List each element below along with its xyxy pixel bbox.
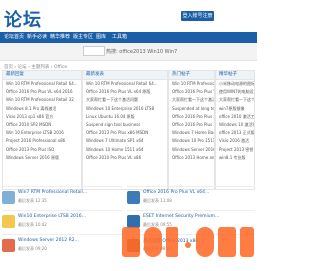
column-latest-posts: 最新发表 Win 10 RTM Professional Retail 64..… — [82, 70, 168, 190]
list-item[interactable]: 小米移动电源的图标 — [216, 80, 254, 88]
list-item[interactable]: Office 2010 SP2 MSDN — [3, 121, 81, 129]
list-item[interactable]: Office 2016 Pro Plus VL x64 2016 — [3, 88, 81, 96]
column-latest-replies: 最新回复 Win 10 RTM Professional Retail 64..… — [2, 70, 82, 190]
nav-item-moderator[interactable]: 版主专区 — [73, 32, 93, 43]
list-item[interactable]: Windows 7 Ultimate SP1 x64 — [83, 137, 167, 145]
list-item[interactable]: Windows Server 2016 Datacenter — [169, 146, 214, 154]
list-item[interactable]: 使用WIN7的电脑设置 — [216, 88, 254, 96]
user-name[interactable]: Win7 RTM Professional Retail... — [18, 190, 87, 195]
user-info: 最后发表 10:42 — [18, 222, 47, 227]
list-item[interactable]: 大家帮忙看一下这个激活问题 — [83, 96, 167, 104]
list-item[interactable]: Windows 10 Enterprise 2016 LTSB — [83, 105, 167, 113]
column-title: 最新发表 — [83, 71, 167, 80]
header: 论坛 登入账号注册 — [0, 0, 257, 32]
list-item[interactable]: Visio 2016 激活 — [216, 137, 254, 145]
column-title: 热门帖子 — [169, 71, 214, 80]
nav-item-gallery[interactable]: 图库 — [96, 32, 106, 43]
list-item[interactable]: Windows Server 2016 原版 — [3, 154, 81, 162]
hot-search-label: 热搜: office2013 Win10 Win7 — [106, 49, 178, 55]
column-featured-threads: 精华帖子 小米移动电源的图标 使用WIN7的电脑设置 大家帮忙看一下这个激活 w… — [215, 70, 255, 190]
list-item[interactable]: Office 2013 Pro Plus ISO — [3, 146, 81, 154]
list-item[interactable]: Linux Ubuntu 16.04 原版 — [83, 113, 167, 121]
user-info: 最后发表 11:08 — [143, 198, 172, 203]
list-item[interactable]: office 2013 正式版 — [216, 129, 254, 137]
list-item[interactable]: Windows 10 Home 1511 x64 — [83, 146, 167, 154]
nav-item-featured[interactable]: 精华推荐 — [50, 32, 70, 43]
list-item[interactable]: win7原版镜像 — [216, 105, 254, 113]
list-item[interactable]: Office 2013 Home and Business — [169, 154, 214, 162]
list-item[interactable]: 大家帮忙看一下这个激活 — [216, 96, 254, 104]
list-item[interactable]: Office 2013 Pro Plus x86 MSDN — [83, 129, 167, 137]
site-watermark — [122, 227, 254, 257]
list-item[interactable]: Visio 2013 sp1 x86 官方 — [3, 113, 81, 121]
list-item[interactable]: Project 2013 密钥 — [216, 146, 254, 154]
list-item[interactable]: office 2010 激活工具 — [216, 113, 254, 121]
avatar[interactable] — [127, 191, 140, 204]
list-item[interactable]: Office 2016 Pro Plus x86 MSDN — [169, 113, 214, 121]
list-item[interactable]: Win 10 RTM Professional Retail 64... — [169, 80, 214, 88]
main-nav: 论坛首页 新手必读 精华推荐 版主专区 图库 工具箱 — [0, 32, 257, 43]
list-item[interactable]: Windows 8.1 Pro 离线激活 — [3, 105, 81, 113]
list-item[interactable]: Office 2016 Pro Plus VL x64 原版 — [83, 88, 167, 96]
list-item[interactable]: Office 2016 Pro Plus 32 x86 MSDN — [169, 121, 214, 129]
search-input[interactable] — [83, 46, 105, 56]
nav-item-home[interactable]: 论坛首页 — [4, 32, 24, 43]
user-card[interactable]: Windows Server 2012 R2... 最后发表 09:20 — [2, 234, 122, 271]
list-item[interactable]: Win 10 Enterprise LTSB 2016 — [3, 129, 81, 137]
list-item[interactable]: Office 2016 Pro Plus VL x64 2016 — [169, 88, 214, 96]
list-item[interactable]: Win 10 RTM Professional Retail 32 — [3, 96, 81, 104]
user-name[interactable]: Office 2016 Pro Plus VL x64... — [143, 190, 209, 195]
list-item[interactable]: 大家帮忙看一下这个激活问题 — [169, 96, 214, 104]
list-item[interactable]: Project 2016 Professional x86 — [3, 137, 81, 145]
user-name[interactable]: ESET Internet Security Premium... — [143, 214, 219, 219]
nav-item-guide[interactable]: 新手必读 — [27, 32, 47, 43]
list-item[interactable]: Win 10 RTM Professional Retail 64... — [83, 80, 167, 88]
avatar[interactable] — [2, 215, 15, 228]
avatar[interactable] — [2, 239, 15, 252]
list-item[interactable]: Suspend sign tool business — [83, 121, 167, 129]
column-title: 最新回复 — [3, 71, 81, 80]
list-item[interactable]: Office 2010 Pro Plus VL x86 — [83, 154, 167, 162]
user-name[interactable]: Windows Server 2012 R2... — [18, 238, 79, 243]
column-title: 精华帖子 — [216, 71, 254, 80]
list-item[interactable]: win8.1 专业版 — [216, 154, 254, 162]
nav-item-tools[interactable]: 工具箱 — [112, 32, 127, 43]
site-logo[interactable]: 论坛 — [4, 6, 42, 32]
login-button[interactable]: 登入账号注册 — [181, 11, 214, 21]
search-bar: 热搜: office2013 Win10 Win7 — [0, 43, 257, 61]
column-hot-threads: 热门帖子 Win 10 RTM Professional Retail 64..… — [168, 70, 215, 190]
list-item[interactable]: Windows 10 Pro 1511 x64 — [169, 137, 214, 145]
list-item[interactable]: Suspended at long term business — [169, 105, 214, 113]
list-item[interactable]: Windows 10 激活密钥 — [216, 121, 254, 129]
list-item[interactable]: Win 10 RTM Professional Retail 64... — [3, 80, 81, 88]
user-info: 最后发表 09:20 — [18, 246, 47, 251]
user-info: 最后发表 12:35 — [18, 198, 47, 203]
user-name[interactable]: Win10 Enterprise LTSB 2016... — [18, 214, 86, 219]
avatar[interactable] — [2, 191, 15, 204]
list-item[interactable]: Windows 7 Home Basic x86 MSDN — [169, 129, 214, 137]
